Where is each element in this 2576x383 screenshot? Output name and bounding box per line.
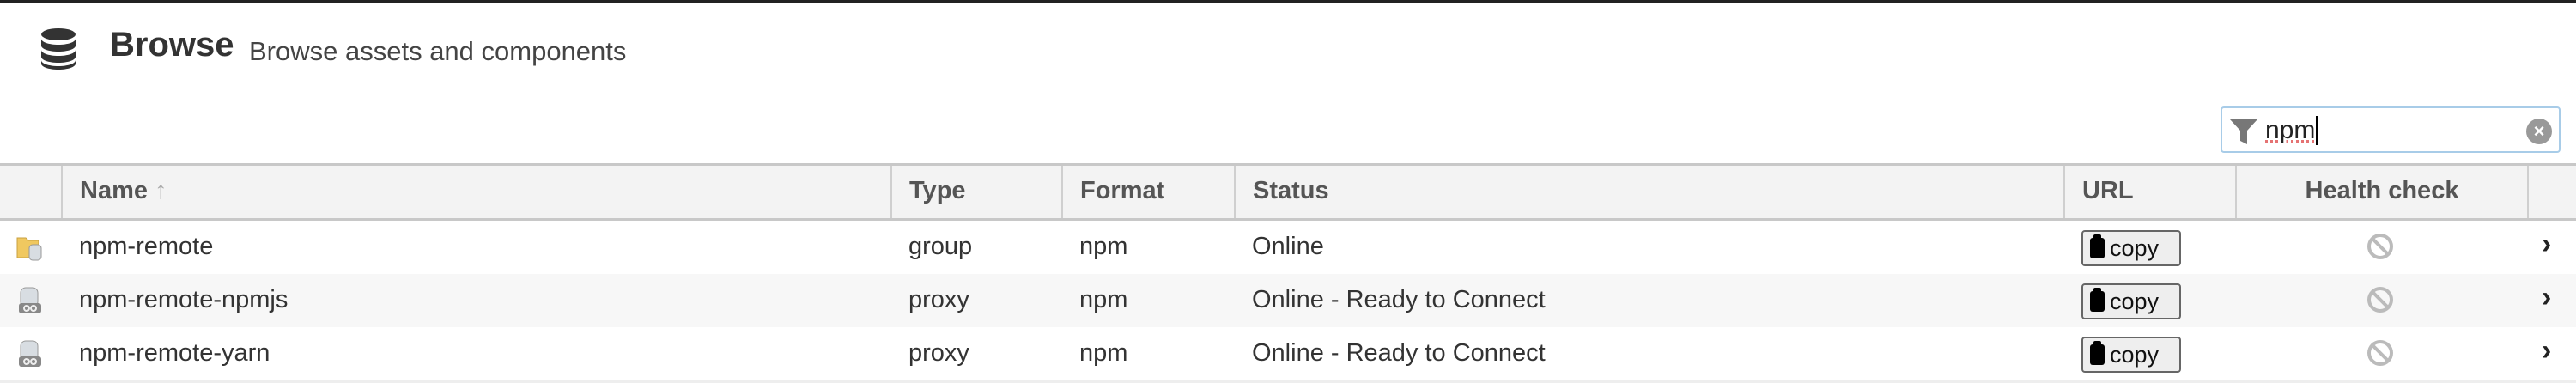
- repo-name: npm-remote: [79, 233, 214, 260]
- repo-type: group: [908, 233, 973, 260]
- clipboard-icon: [2090, 288, 2105, 312]
- column-header-status[interactable]: Status: [1234, 166, 2063, 218]
- column-header-type[interactable]: Type: [890, 166, 1061, 218]
- repo-format: npm: [1079, 286, 1128, 313]
- filter-icon: [2230, 119, 2257, 144]
- clear-icon[interactable]: ×: [2526, 119, 2552, 144]
- repo-format: npm: [1079, 233, 1128, 260]
- table-row[interactable]: npm-remote-yarn proxy npm Online - Ready…: [0, 327, 2576, 380]
- repo-name: npm-remote-npmjs: [79, 286, 289, 313]
- arrow-up-icon: ↑: [155, 177, 167, 204]
- filter-input[interactable]: npm ×: [2221, 106, 2561, 153]
- clipboard-icon: [2090, 341, 2105, 365]
- filter-value[interactable]: npm: [2265, 116, 2318, 145]
- column-header-icon: [0, 166, 61, 218]
- proxy-repo-icon: [19, 340, 41, 367]
- disabled-icon: [2367, 234, 2393, 259]
- repo-name: npm-remote-yarn: [79, 339, 270, 367]
- table-row[interactable]: npm-remote-npmjs proxy npm Online - Read…: [0, 274, 2576, 327]
- copy-url-button[interactable]: copy: [2081, 283, 2181, 319]
- column-header-spacer: [2527, 166, 2576, 218]
- page-subtitle: Browse assets and components: [249, 36, 627, 66]
- disabled-icon: [2367, 340, 2393, 366]
- column-header-name[interactable]: Name ↑: [61, 166, 890, 218]
- table-bottom-border: [0, 380, 2576, 383]
- chevron-right-icon[interactable]: ›: [2542, 334, 2551, 368]
- copy-label: copy: [2110, 342, 2160, 368]
- repo-type: proxy: [908, 339, 969, 367]
- column-header-health-check[interactable]: Health check: [2235, 166, 2527, 218]
- column-header-url[interactable]: URL: [2063, 166, 2235, 218]
- chevron-right-icon[interactable]: ›: [2542, 281, 2551, 314]
- database-icon: [41, 28, 76, 70]
- table-header: Name ↑ Type Format Status URL Health che…: [0, 163, 2576, 221]
- proxy-repo-icon: [19, 287, 41, 313]
- page-title: Browse: [110, 26, 234, 64]
- chevron-right-icon[interactable]: ›: [2542, 228, 2551, 261]
- disabled-icon: [2367, 287, 2393, 313]
- repo-status: Online: [1252, 233, 1324, 260]
- group-repo-icon: [16, 237, 42, 261]
- repo-status: Online - Ready to Connect: [1252, 339, 1546, 367]
- repo-type: proxy: [908, 286, 969, 313]
- repo-status: Online - Ready to Connect: [1252, 286, 1546, 313]
- copy-label: copy: [2110, 289, 2160, 314]
- table-row[interactable]: npm-remote group npm Online copy ›: [0, 221, 2576, 274]
- column-header-format[interactable]: Format: [1061, 166, 1234, 218]
- copy-label: copy: [2110, 235, 2160, 261]
- copy-url-button[interactable]: copy: [2081, 230, 2181, 266]
- repo-format: npm: [1079, 339, 1128, 367]
- copy-url-button[interactable]: copy: [2081, 337, 2181, 373]
- clipboard-icon: [2090, 234, 2105, 258]
